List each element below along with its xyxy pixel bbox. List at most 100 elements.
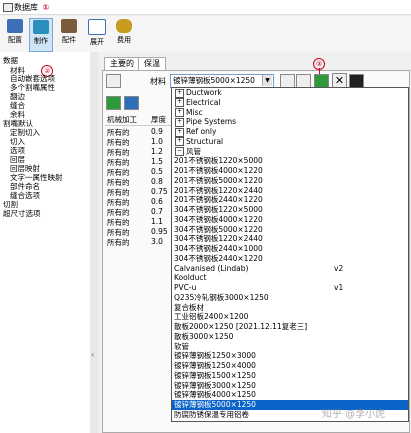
expand-icon[interactable]: + [175,108,184,117]
delete-icon[interactable]: ✕ [332,73,347,88]
cell-thickness: 1.2 [151,147,163,156]
dropdown-option[interactable]: 镀锌薄钢板4000×1250 [172,390,408,400]
dropdown-option[interactable]: 镀锌薄钢板3000×1250 [172,381,408,391]
dropdown-option-label: Ref only [186,127,217,136]
expand-icon[interactable]: + [175,127,184,137]
dropdown-option[interactable]: 软管 [172,342,408,352]
collapse-icon[interactable]: − [175,147,184,156]
dropdown-option[interactable]: 201不锈钢板1220×5000 [172,156,408,166]
toolbar-make-button[interactable]: 制作 [29,18,53,52]
dropdown-option[interactable]: 散板3000×1250 [172,332,408,342]
dropdown-group[interactable]: + Ductwork [172,88,408,98]
dropdown-option[interactable]: 镀锌薄钢板1250×4000 [172,361,408,371]
dropdown-option-label: 复合板材 [174,302,204,312]
tree-item-custom-leadin[interactable]: 定制切入 [10,128,40,137]
cell-thickness: 0.8 [151,177,163,186]
dropdown-group[interactable]: + Structural [172,137,408,147]
add-row-icon[interactable] [106,96,121,110]
dropdown-group[interactable]: + Ref only [172,127,408,137]
expand-icon[interactable]: + [175,117,184,127]
dropdown-option[interactable]: Koolduct [172,273,408,283]
watermark: 知乎 @李小虎 [322,409,386,420]
expand-icon[interactable]: + [175,88,184,98]
dropdown-option[interactable]: Calvanised (Lindab) v2 [172,263,408,274]
tree-item-torch-default[interactable]: 割嘴默认 [3,119,33,128]
table-row[interactable]: 所有的 3.0 [107,237,163,248]
dropdown-option[interactable]: Q235冷轧钢板3000×1250 [172,293,408,303]
edit-row-icon[interactable] [124,96,139,110]
tree-item-layer[interactable]: 回层 [10,155,25,164]
dropdown-option-label: 散板2000×1250 [2021.12.11复老三] [174,322,308,331]
toolbar-parts-button[interactable]: 配件 [58,18,80,50]
tree-item-auto-nest[interactable]: 自动嵌套选项 [10,74,55,83]
user-icon[interactable] [296,74,311,88]
dropdown-option[interactable]: 201不锈钢板5000×1220 [172,176,408,186]
title-bar: 数据库 ① [0,0,411,15]
dropdown-group[interactable]: + Misc [172,108,408,118]
dropdown-option-label: 镀锌薄钢板1500×1250 [174,370,256,380]
toolbar-config-button[interactable]: 配置 [4,18,26,50]
tree-item-text-map[interactable]: 文字一属性映射 [10,173,63,182]
dropdown-group[interactable]: + Electrical [172,98,408,108]
dropdown-option[interactable]: 304不锈钢板1220×5000 [172,205,408,215]
config-icon [7,19,23,33]
tree-item-options[interactable]: 选项 [10,146,25,155]
toolbar-make-label: 制作 [34,37,48,45]
toolbar-parts-label: 配件 [62,36,76,44]
cell-machining: 所有的 [107,238,130,247]
tab-main[interactable]: 主要的 [104,57,140,71]
black-square-icon[interactable] [349,74,364,88]
dropdown-option[interactable]: 304不锈钢板4000×1220 [172,215,408,225]
dropdown-option[interactable]: 201不锈钢板4000×1220 [172,166,408,176]
cell-thickness: 0.7 [151,207,163,216]
dropdown-option-version: v2 [334,263,344,273]
cell-machining: 所有的 [107,138,130,147]
material-dropdown-list[interactable]: + Ductwork + Electrical + Misc + Pipe Systems + R… [171,87,409,422]
tree-item-oversize[interactable]: 超尺寸选项 [3,209,41,218]
tree-item-part-naming[interactable]: 部件命名 [10,182,40,191]
material-label: 材料 [150,77,166,86]
expand-icon[interactable]: + [175,137,184,147]
dropdown-option[interactable]: 镀锌薄钢板1500×1250 [172,370,408,381]
cell-machining: 所有的 [107,168,130,177]
document-icon[interactable] [106,74,121,88]
tree-item-layer-map[interactable]: 回层映射 [10,164,40,173]
dropdown-option-label: 防腐防锈保温专用铝卷 [174,409,249,419]
tree-item-leadin[interactable]: 切入 [10,137,25,146]
dropdown-option[interactable]: 304不锈钢板5000×1220 [172,225,408,235]
expand-icon[interactable]: + [175,98,184,108]
dropdown-group[interactable]: − 风管 [172,147,408,157]
dropdown-option[interactable]: 复合板材 [172,302,408,313]
dropdown-option[interactable]: 镀锌薄钢板1250×3000 [172,351,408,361]
tab-insulation[interactable]: 保温 [138,57,166,71]
dropdown-option[interactable]: 304不锈钢板2440×1220 [172,254,408,264]
toolbar-cost-button[interactable]: 费用 [113,18,135,50]
tree-item-seam[interactable]: 缝合 [10,101,25,110]
tree-item-cutting[interactable]: 切割 [3,200,18,209]
dropdown-option[interactable]: 201不锈钢板2440×1220 [172,195,408,205]
dropdown-option[interactable]: 散板2000×1250 [2021.12.11复老三] [172,322,408,332]
dropdown-group[interactable]: + Pipe Systems [172,117,408,127]
copy-icon[interactable] [280,74,295,88]
dropdown-option-label: Pipe Systems [186,117,237,127]
material-combo[interactable]: 镀锌薄钢板5000×1250 [170,74,274,88]
tree-item-remnant[interactable]: 余料 [10,110,25,119]
dropdown-option-label: 镀锌薄钢板1250×3000 [174,351,256,361]
chevron-down-icon[interactable]: ▼ [262,75,272,86]
cell-thickness: 1.1 [151,217,163,226]
dropdown-option[interactable]: 304不锈钢板1220×2440 [172,234,408,244]
dropdown-option[interactable]: 201不锈钢板1220×2440 [172,186,408,196]
dropdown-option[interactable]: 工业铝板2400×1200 [172,312,408,322]
save-icon[interactable] [314,74,329,88]
dropdown-option-label: Electrical [186,97,221,107]
toolbar-unfold-button[interactable]: 展开 [86,18,108,50]
dropdown-option[interactable]: 304不锈钢板2440×1000 [172,244,408,254]
tree-item-flange[interactable]: 翻边 [10,92,25,101]
collapse-arrow-icon[interactable]: ‹ [91,350,94,359]
dropdown-option[interactable]: PVC-u v1 [172,283,408,293]
dropdown-option-label: 304不锈钢板2440×1000 [174,244,263,253]
tree-item-data[interactable]: 数据 [3,56,18,65]
tree-item-torch-props[interactable]: 多个割嘴属性 [10,83,55,92]
tree-item-seam-options[interactable]: 缝合选项 [10,191,40,200]
dropdown-option-label: Calvanised (Lindab) [174,263,249,273]
